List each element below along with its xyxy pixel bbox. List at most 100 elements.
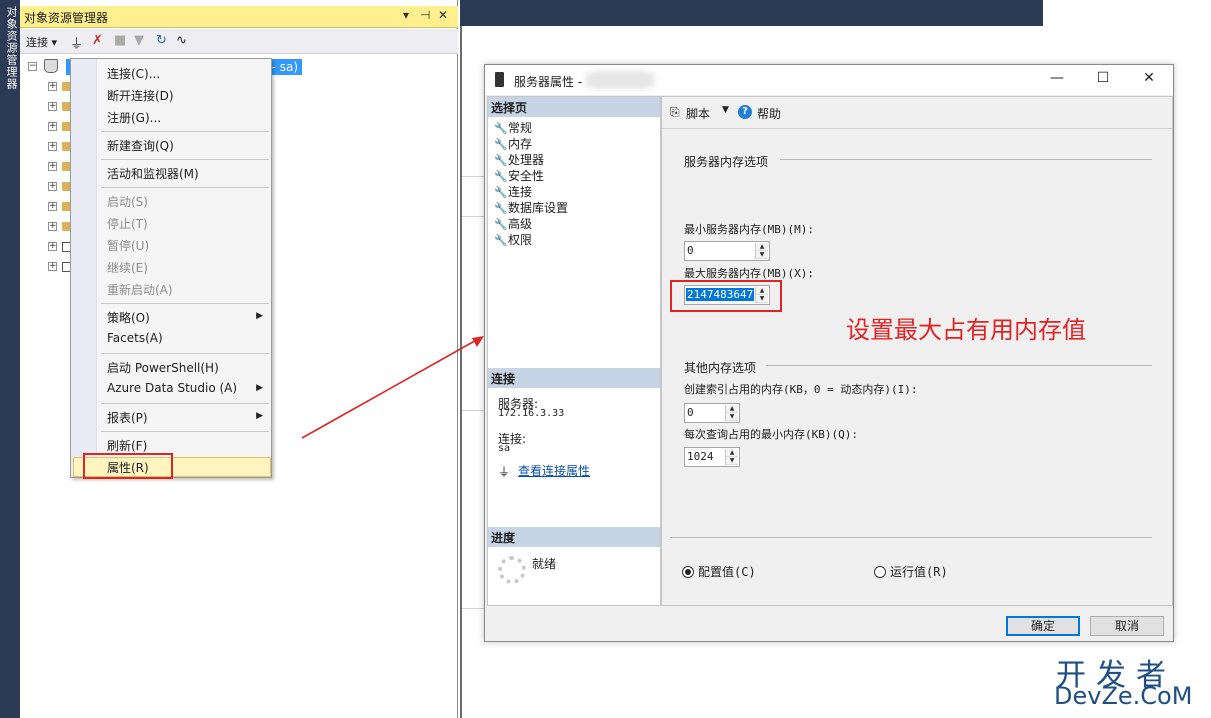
page-label: 连接	[508, 185, 533, 199]
filter-icon[interactable]: ▼	[134, 33, 144, 48]
menu-item-restart: 重新启动(A)	[107, 283, 173, 297]
plug-icon[interactable]: ⏚	[70, 33, 83, 52]
close-icon[interactable]: ✕	[1139, 70, 1159, 88]
annotation-red-box	[670, 280, 782, 312]
submenu-arrow-icon: ▶	[256, 311, 263, 321]
running-values-radio[interactable]: 运行值(R)	[874, 563, 948, 580]
menu-separator	[101, 187, 269, 188]
min-memory-input[interactable]: 0 ▲ ▼	[684, 241, 770, 261]
expand-icon[interactable]: +	[48, 162, 57, 171]
group-divider	[766, 365, 1152, 366]
memory-page-content: ⎘ 脚本 ▼ ? 帮助 服务器内存选项 最小服务器内存(MB)(M): 0 ▲ ▼…	[661, 96, 1173, 606]
connect-dropdown[interactable]: 连接 ▾	[26, 34, 57, 50]
page-connections[interactable]: 🔧连接	[494, 183, 532, 200]
object-explorer-title: 对象资源管理器	[24, 11, 109, 25]
spin-up-icon[interactable]: ▲	[726, 449, 738, 457]
minimize-icon[interactable]: —	[1047, 70, 1067, 88]
query-memory-input[interactable]: 1024 ▲ ▼	[684, 447, 740, 467]
collapse-icon[interactable]: −	[28, 62, 37, 71]
script-button[interactable]: 脚本	[686, 105, 710, 122]
bg-divider	[462, 216, 486, 217]
close-icon[interactable]: ✕	[438, 8, 448, 22]
menu-item-refresh[interactable]: 刷新(F)	[107, 437, 147, 454]
menu-item-new-query[interactable]: 新建查询(Q)	[107, 137, 174, 154]
activity-icon[interactable]: ∿	[176, 33, 187, 48]
chevron-down-icon[interactable]: ▼	[722, 105, 729, 115]
bg-divider	[462, 608, 486, 609]
page-processors[interactable]: 🔧处理器	[494, 151, 544, 168]
watermark-domain: DevZe.CoM	[1054, 682, 1193, 710]
wrench-icon: 🔧	[494, 234, 508, 247]
wrench-icon: 🔧	[494, 186, 508, 199]
min-memory-value: 0	[687, 244, 694, 257]
index-memory-input[interactable]: 0 ▲ ▼	[684, 403, 740, 423]
page-general[interactable]: 🔧常规	[494, 119, 532, 136]
dropdown-icon[interactable]: ▾	[403, 8, 409, 22]
menu-item-facets[interactable]: Facets(A)	[107, 331, 163, 345]
expand-icon[interactable]: +	[48, 242, 57, 251]
menu-item-pause: 暂停(U)	[107, 239, 150, 253]
script-icon: ⎘	[670, 105, 680, 119]
view-connection-properties-link[interactable]: 查看连接属性	[518, 462, 590, 479]
spin-up-icon[interactable]: ▲	[756, 243, 768, 251]
pin-icon[interactable]: ⊣	[420, 8, 430, 22]
menu-item-azure-data-studio[interactable]: Azure Data Studio (A)	[107, 381, 237, 395]
dialog-toolbar: ⎘ 脚本 ▼ ? 帮助	[662, 97, 1172, 129]
page-label: 常规	[508, 121, 533, 135]
menu-item-activity-monitor[interactable]: 活动和监视器(M)	[107, 165, 199, 182]
index-memory-label: 创建索引占用的内存(KB，0 = 动态内存)(I):	[684, 383, 918, 396]
wrench-icon: 🔧	[494, 154, 508, 167]
menu-separator	[101, 303, 269, 304]
page-memory[interactable]: 🔧内存	[494, 135, 532, 152]
expand-icon[interactable]: +	[48, 102, 57, 111]
wrench-icon: 🔧	[494, 170, 508, 183]
min-memory-label: 最小服务器内存(MB)(M):	[684, 223, 814, 236]
menu-item-register[interactable]: 注册(G)...	[107, 109, 161, 126]
expand-icon[interactable]: +	[48, 142, 57, 151]
spin-down-icon[interactable]: ▼	[756, 251, 768, 259]
server-context-menu: 连接(C)... 断开连接(D) 注册(G)... 新建查询(Q) 活动和监视器…	[70, 58, 272, 479]
wrench-icon: 🔧	[494, 218, 508, 231]
maximize-icon[interactable]: ☐	[1093, 70, 1113, 88]
page-permissions[interactable]: 🔧权限	[494, 231, 532, 248]
query-memory-label: 每次查询占用的最小内存(KB)(Q):	[684, 428, 858, 441]
spin-down-icon[interactable]: ▼	[726, 413, 738, 421]
ok-button[interactable]: 确定	[1006, 616, 1080, 636]
menu-item-connect[interactable]: 连接(C)...	[107, 65, 160, 82]
configured-values-radio[interactable]: 配置值(C)	[682, 563, 756, 580]
connection-props-icon: ⏚	[498, 465, 511, 479]
refresh-icon[interactable]: ↻	[156, 33, 167, 48]
submenu-arrow-icon: ▶	[256, 411, 263, 421]
menu-item-policies[interactable]: 策略(O)	[107, 309, 150, 326]
redacted-server-name	[585, 71, 655, 89]
expand-icon[interactable]: +	[48, 222, 57, 231]
expand-icon[interactable]: +	[48, 262, 57, 271]
bg-divider	[462, 176, 486, 177]
page-label: 权限	[508, 233, 533, 247]
stop-icon[interactable]: ■	[114, 33, 126, 48]
object-explorer-side-tab[interactable]: 对象资源管理器	[0, 0, 20, 718]
cancel-button[interactable]: 取消	[1090, 616, 1164, 636]
radio-empty-icon	[874, 566, 886, 578]
spin-down-icon[interactable]: ▼	[726, 457, 738, 465]
menu-item-reports[interactable]: 报表(P)	[107, 409, 148, 426]
page-database-settings[interactable]: 🔧数据库设置	[494, 199, 568, 216]
page-label: 数据库设置	[508, 201, 569, 215]
expand-icon[interactable]: +	[48, 122, 57, 131]
page-advanced[interactable]: 🔧高级	[494, 215, 532, 232]
expand-icon[interactable]: +	[48, 182, 57, 191]
progress-status: 就绪	[532, 557, 557, 571]
expand-icon[interactable]: +	[48, 202, 57, 211]
server-icon	[44, 59, 58, 73]
index-memory-value: 0	[687, 406, 694, 419]
menu-item-powershell[interactable]: 启动 PowerShell(H)	[107, 359, 219, 376]
menu-separator	[101, 353, 269, 354]
help-button[interactable]: 帮助	[757, 105, 781, 122]
expand-icon[interactable]: +	[48, 82, 57, 91]
wrench-icon: 🔧	[494, 138, 508, 151]
spin-up-icon[interactable]: ▲	[726, 405, 738, 413]
disconnect-icon[interactable]: ✗	[92, 33, 103, 48]
server-properties-dialog: 服务器属性 - — ☐ ✕ 选择页 🔧常规 🔧内存 🔧处理器 🔧安全性 🔧连接 …	[484, 64, 1174, 642]
menu-item-disconnect[interactable]: 断开连接(D)	[107, 87, 174, 104]
page-security[interactable]: 🔧安全性	[494, 167, 544, 184]
